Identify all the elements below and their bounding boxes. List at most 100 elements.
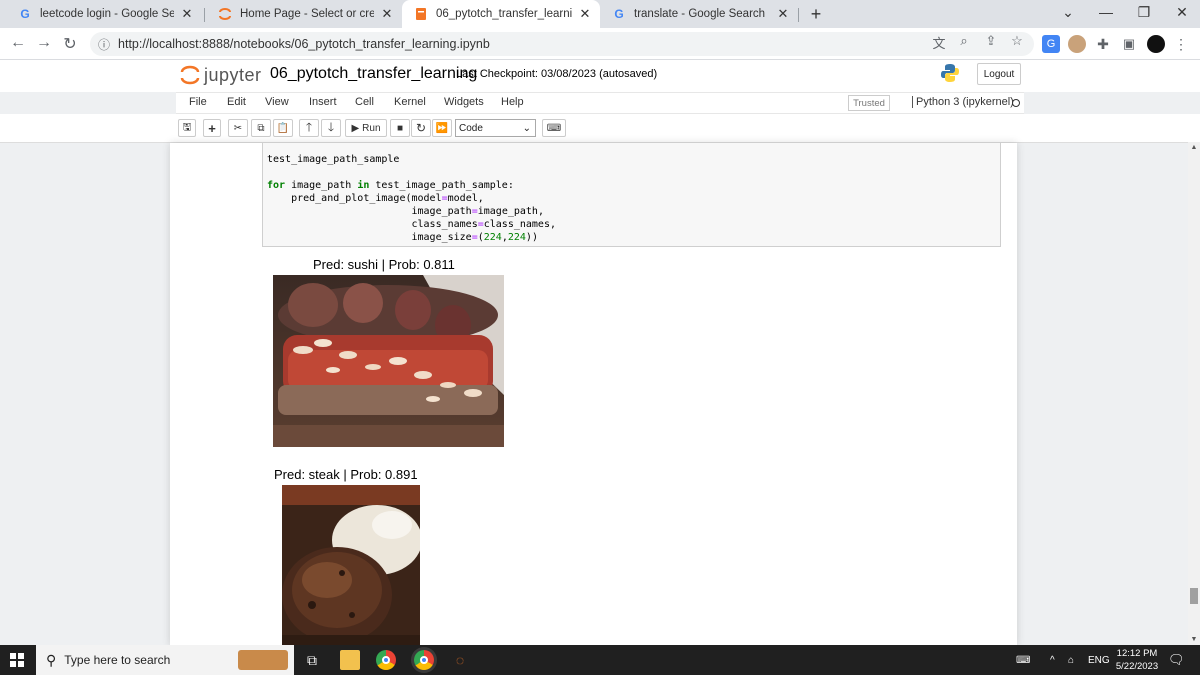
move-up-icon[interactable]: 🡑 [299,119,319,137]
code-cell[interactable]: test_image_path_sample for image_path in… [262,143,1001,247]
restart-icon[interactable]: ↻ [411,119,431,137]
move-down-icon[interactable]: 🡓 [321,119,341,137]
profile-avatar[interactable] [1147,35,1165,53]
scroll-down-icon[interactable]: ▼ [1188,636,1200,643]
site-info-icon[interactable]: ⓘ [98,36,110,53]
address-bar[interactable]: ⓘ http://localhost:8888/notebooks/06_pyt… [90,32,1034,56]
menu-help[interactable]: Help [501,96,524,108]
notifications-icon[interactable]: 🗨 [1168,645,1185,675]
steak-image [282,485,420,646]
tab-title: translate - Google Search [634,8,766,20]
reload-icon[interactable]: ↻ [60,34,80,54]
windows-taskbar: ⚲ Type here to search ⧉ ◌ ⌨ ^ ⌂ ENG 12:1… [0,645,1200,675]
cell-type-select[interactable]: Code ⌄ [455,119,536,137]
google-icon: G [20,7,30,21]
python-logo-icon [941,64,959,82]
file-explorer-icon[interactable] [340,650,360,670]
kernel-status-icon [1012,99,1020,107]
notebook-name[interactable]: 06_pytotch_transfer_learning [270,65,477,83]
output-title-steak: Pred: steak | Prob: 0.891 [274,467,418,482]
browser-tab[interactable]: G translate - Google Search ✕ [600,0,798,28]
menu-cell[interactable]: Cell [355,96,374,108]
cut-icon[interactable]: ✂ [228,119,248,137]
menu-edit[interactable]: Edit [227,96,246,108]
insert-cell-icon[interactable]: + [203,119,221,137]
jupyter-toolbar: 🖫 + ✂ ⧉ 📋 🡑 🡓 ▶ Run ■ ↻ ⏩ Code ⌄ ⌨ [0,114,1200,142]
jupyter-menubar: File Edit View Insert Cell Kernel Widget… [176,92,1024,114]
browser-tab[interactable]: Home Page - Select or create a n ✕ [206,0,402,28]
tab-title: leetcode login - Google Search [40,8,174,20]
code-editor[interactable]: test_image_path_sample for image_path in… [267,153,556,244]
copy-icon[interactable]: ⧉ [251,119,271,137]
page-scrollbar[interactable]: ▲ ▼ [1188,142,1200,645]
scrollbar-thumb[interactable] [1190,588,1198,604]
scroll-up-icon[interactable]: ▲ [1188,144,1200,151]
extensions-puzzle-icon[interactable]: ✚ [1094,35,1112,53]
jupyter-icon [218,7,232,21]
chrome-active-icon[interactable] [414,650,434,670]
restore-icon[interactable]: ❐ [1134,4,1154,21]
menu-widgets[interactable]: Widgets [444,96,484,108]
jupyter-logo[interactable]: jupyter [180,64,262,86]
new-tab-button[interactable]: + [806,4,826,25]
tray-overflow-icon[interactable]: ^ [1050,645,1055,675]
search-placeholder: Type here to search [64,653,171,667]
close-window-icon[interactable]: ✕ [1172,4,1192,21]
run-label: Run [362,122,381,134]
tray-language[interactable]: ENG [1088,645,1110,675]
kernel-name: Python 3 (ipykernel) [912,96,1014,108]
browser-tab[interactable]: G leetcode login - Google Search ✕ [6,0,202,28]
jupyter-notebook-icon [414,7,428,21]
jupyter-logo-icon [180,65,200,85]
chevron-down-icon: ⌄ [522,122,531,134]
tab-separator [204,8,205,22]
task-view-icon[interactable]: ⧉ [302,650,322,670]
zoom-icon[interactable]: ⌕ [955,33,973,49]
chrome-icon[interactable] [376,650,396,670]
share-icon[interactable]: ⇪ [982,33,1000,49]
menu-view[interactable]: View [265,96,289,108]
interrupt-icon[interactable]: ■ [390,119,410,137]
tray-keyboard-icon[interactable]: ⌨ [1016,645,1030,675]
extension-avatar-icon[interactable] [1068,35,1086,53]
tray-network-icon[interactable]: ⌂ [1068,645,1074,675]
tab-title: Home Page - Select or create a n [240,8,374,20]
jupyter-taskbar-icon[interactable]: ◌ [450,650,470,670]
menu-kernel[interactable]: Kernel [394,96,426,108]
notebook-area: test_image_path_sample for image_path in… [0,142,1188,646]
back-icon[interactable]: ← [8,34,28,52]
browser-toolbar: ← → ↻ ⓘ http://localhost:8888/notebooks/… [0,28,1200,60]
close-tab-icon[interactable]: ✕ [180,6,194,22]
sushi-image [273,275,504,447]
windows-start-icon[interactable] [10,653,24,667]
forward-icon[interactable]: → [34,34,54,52]
command-palette-icon[interactable]: ⌨ [542,119,566,137]
search-highlight-icon[interactable] [238,650,288,670]
run-button[interactable]: ▶ Run [345,119,387,137]
translate-icon[interactable]: 文 [930,33,948,52]
tab-search-icon[interactable]: ⌄ [1058,4,1078,21]
address-url: http://localhost:8888/notebooks/06_pytot… [118,37,490,51]
close-tab-icon[interactable]: ✕ [380,6,394,22]
logout-button[interactable]: Logout [977,63,1021,85]
trusted-badge[interactable]: Trusted [848,95,890,111]
save-icon[interactable]: 🖫 [178,119,196,137]
menu-file[interactable]: File [189,96,207,108]
taskbar-clock[interactable]: 12:12 PM 5/22/2023 [1112,647,1162,673]
google-translate-extension-icon[interactable]: G [1042,35,1060,53]
paste-icon[interactable]: 📋 [273,119,293,137]
menu-insert[interactable]: Insert [309,96,337,108]
close-tab-icon[interactable]: ✕ [776,6,790,22]
output-title-sushi: Pred: sushi | Prob: 0.811 [313,257,455,272]
restart-run-all-icon[interactable]: ⏩ [432,119,452,137]
close-tab-icon[interactable]: ✕ [578,6,592,22]
tab-title: 06_pytotch_transfer_learning - Ju [436,8,572,20]
google-icon: G [614,7,624,21]
browser-tab-active[interactable]: 06_pytotch_transfer_learning - Ju ✕ [402,0,600,28]
tab-separator [798,8,799,22]
side-panel-icon[interactable]: ▣ [1120,35,1138,53]
more-menu-icon[interactable]: ⋮ [1172,35,1190,53]
bookmark-star-icon[interactable]: ☆ [1008,33,1026,49]
checkpoint-status: Last Checkpoint: 03/08/2023 (autosaved) [456,68,658,80]
minimize-icon[interactable]: — [1096,4,1116,20]
